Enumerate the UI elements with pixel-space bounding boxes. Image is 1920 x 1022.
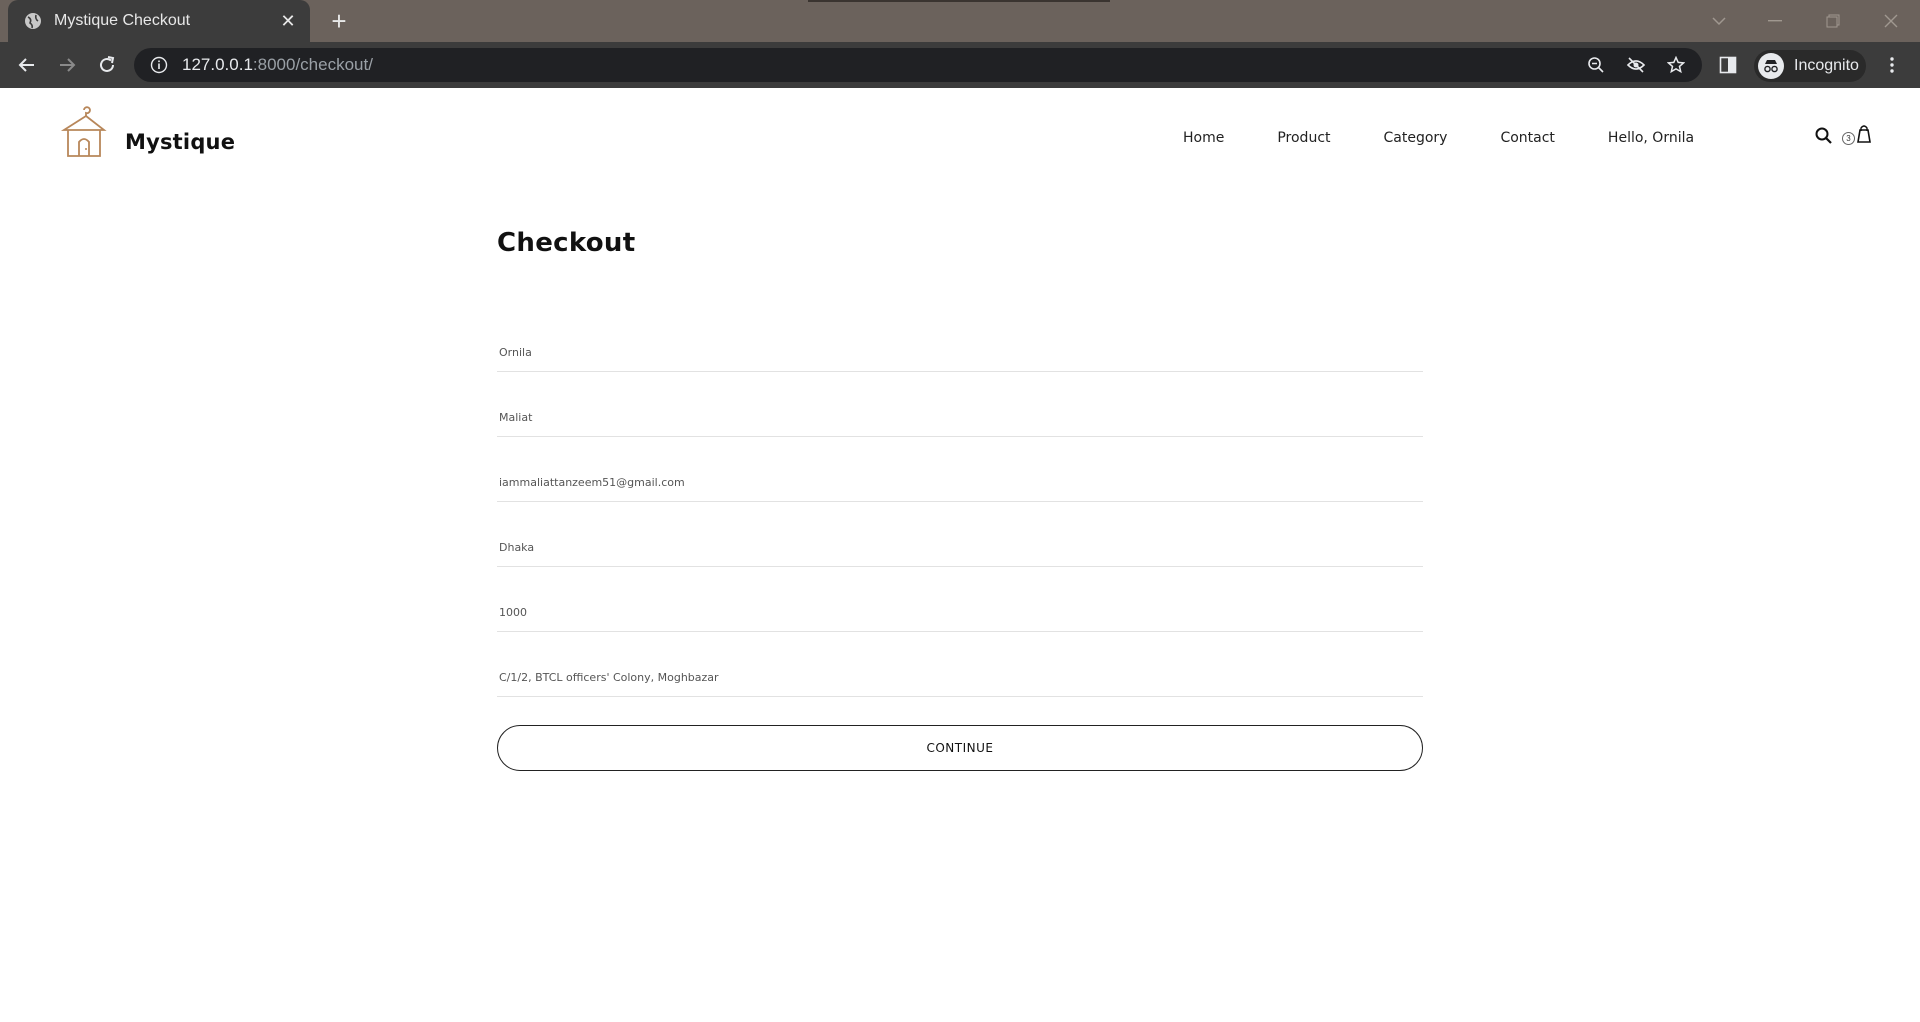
url-text: 127.0.0.1:8000/checkout/: [182, 55, 373, 75]
minimize-icon[interactable]: [1758, 6, 1792, 36]
last-name-field[interactable]: [497, 399, 1423, 437]
incognito-profile-button[interactable]: Incognito: [1754, 50, 1866, 82]
tab-title: Mystique Checkout: [54, 12, 191, 29]
nav-contact[interactable]: Contact: [1500, 130, 1554, 146]
close-tab-icon[interactable]: ✕: [276, 11, 300, 32]
shopping-bag-icon: [1857, 125, 1871, 143]
url-host: 127.0.0.1: [182, 55, 253, 74]
close-window-icon[interactable]: [1874, 6, 1908, 36]
main-nav: Home Product Category Contact Hello, Orn…: [1183, 130, 1747, 146]
browser-tab[interactable]: Mystique Checkout ✕: [8, 0, 310, 42]
tab-search-icon[interactable]: [1702, 6, 1736, 36]
address-bar[interactable]: 127.0.0.1:8000/checkout/: [134, 48, 1702, 82]
cart-button[interactable]: 3: [1842, 124, 1872, 148]
city-field[interactable]: [497, 529, 1423, 567]
email-field[interactable]: [497, 464, 1423, 502]
back-icon[interactable]: [12, 50, 42, 80]
browser-tabstrip: Mystique Checkout ✕ +: [0, 0, 1920, 42]
bookmark-star-icon[interactable]: [1662, 52, 1690, 78]
nav-user-greeting[interactable]: Hello, Ornila: [1608, 130, 1694, 146]
cart-count-badge: 3: [1842, 132, 1855, 145]
nav-home[interactable]: Home: [1183, 130, 1224, 146]
reload-icon[interactable]: [92, 50, 122, 80]
browser-toolbar: 127.0.0.1:8000/checkout/ Incognito: [0, 42, 1920, 88]
site-info-icon[interactable]: [150, 56, 168, 74]
tabstrip-divider: [808, 0, 1110, 2]
continue-button[interactable]: CONTINUE: [497, 725, 1423, 771]
incognito-icon: [1758, 53, 1784, 79]
hanger-house-logo-icon[interactable]: [60, 106, 108, 158]
tracking-protection-eye-icon[interactable]: [1622, 52, 1650, 78]
incognito-label: Incognito: [1794, 57, 1859, 74]
address-field[interactable]: [497, 659, 1423, 697]
nav-product[interactable]: Product: [1277, 130, 1330, 146]
page-title: Checkout: [497, 228, 636, 258]
side-panel-icon[interactable]: [1714, 52, 1742, 78]
url-path: :8000/checkout/: [252, 55, 373, 74]
zoom-out-icon[interactable]: [1582, 52, 1610, 78]
postal-code-field[interactable]: [497, 594, 1423, 632]
site-header: Mystique Home Product Category Contact H…: [0, 88, 1920, 188]
globe-icon: [25, 13, 41, 29]
brand-name[interactable]: Mystique: [125, 130, 235, 154]
new-tab-button[interactable]: +: [324, 6, 354, 36]
first-name-field[interactable]: [497, 334, 1423, 372]
restore-icon[interactable]: [1816, 6, 1850, 36]
search-icon[interactable]: [1814, 126, 1834, 146]
nav-category[interactable]: Category: [1384, 130, 1448, 146]
forward-icon[interactable]: [52, 50, 82, 80]
browser-menu-icon[interactable]: [1880, 52, 1904, 78]
